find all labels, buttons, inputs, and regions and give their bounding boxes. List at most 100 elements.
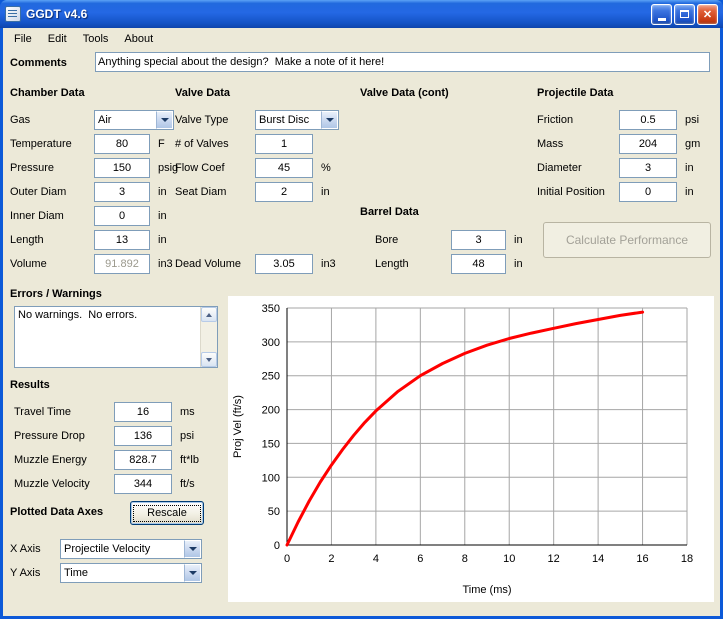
y-axis-select[interactable]: Time <box>60 563 202 583</box>
svg-text:10: 10 <box>503 553 515 565</box>
window-title: GGDT v4.6 <box>26 7 651 21</box>
gas-select[interactable]: Air <box>94 110 174 130</box>
x-axis-select[interactable]: Projectile Velocity <box>60 539 202 559</box>
mass-field[interactable] <box>619 134 677 154</box>
svg-text:350: 350 <box>262 303 280 315</box>
mass-label: Mass <box>537 138 611 150</box>
num-valves-label: # of Valves <box>175 138 247 150</box>
svg-text:50: 50 <box>268 506 280 518</box>
initial-position-field[interactable] <box>619 182 677 202</box>
gas-value: Air <box>95 111 156 129</box>
muzzle-energy-label: Muzzle Energy <box>14 454 106 466</box>
bore-unit: in <box>514 234 523 246</box>
errors-box[interactable]: No warnings. No errors. <box>14 306 218 368</box>
valve-type-select[interactable]: Burst Disc <box>255 110 339 130</box>
inner-diam-field[interactable] <box>94 206 150 226</box>
muzzle-energy-field[interactable] <box>114 450 172 470</box>
diameter-label: Diameter <box>537 162 611 174</box>
scroll-down-icon[interactable] <box>201 352 217 367</box>
svg-text:Proj Vel (ft/s): Proj Vel (ft/s) <box>232 395 244 458</box>
inner-diam-label: Inner Diam <box>10 210 86 222</box>
menu-file[interactable]: File <box>6 30 40 48</box>
axes-heading: Plotted Data Axes <box>10 506 103 518</box>
svg-text:8: 8 <box>462 553 468 565</box>
app-window: GGDT v4.6 ✕ File Edit Tools About Commen… <box>0 0 723 619</box>
seat-diam-unit: in <box>321 186 330 198</box>
pressure-field[interactable] <box>94 158 150 178</box>
bore-label: Bore <box>375 234 443 246</box>
pressure-drop-label: Pressure Drop <box>14 430 106 442</box>
menu-about[interactable]: About <box>116 30 161 48</box>
pressure-label: Pressure <box>10 162 86 174</box>
performance-chart-svg: 024681012141618050100150200250300350Time… <box>228 296 714 602</box>
diameter-unit: in <box>685 162 694 174</box>
minimize-icon <box>658 18 666 21</box>
flow-coef-unit: % <box>321 162 331 174</box>
close-button[interactable]: ✕ <box>697 4 718 25</box>
errors-heading: Errors / Warnings <box>10 288 102 300</box>
travel-time-unit: ms <box>180 406 195 418</box>
pressure-drop-unit: psi <box>180 430 194 442</box>
performance-chart: 024681012141618050100150200250300350Time… <box>228 296 714 602</box>
muzzle-velocity-unit: ft/s <box>180 478 195 490</box>
valve-type-value: Burst Disc <box>256 111 321 129</box>
outer-diam-field[interactable] <box>94 182 150 202</box>
svg-text:0: 0 <box>274 540 280 552</box>
x-axis-label: X Axis <box>10 543 52 555</box>
scroll-up-icon[interactable] <box>201 307 217 322</box>
svg-text:6: 6 <box>417 553 423 565</box>
friction-label: Friction <box>537 114 611 126</box>
chamber-length-field[interactable] <box>94 230 150 250</box>
svg-text:100: 100 <box>262 472 280 484</box>
temperature-unit: F <box>158 138 165 150</box>
rescale-button[interactable]: Rescale <box>130 501 204 525</box>
inner-diam-unit: in <box>158 210 167 222</box>
app-icon <box>5 6 21 22</box>
volume-unit: in3 <box>158 258 173 270</box>
dropdown-arrow-icon <box>184 540 201 558</box>
y-axis-label: Y Axis <box>10 567 52 579</box>
dead-volume-unit: in3 <box>321 258 336 270</box>
mass-unit: gm <box>685 138 700 150</box>
minimize-button[interactable] <box>651 4 672 25</box>
temperature-field[interactable] <box>94 134 150 154</box>
errors-scrollbar[interactable] <box>200 307 217 367</box>
muzzle-velocity-field[interactable] <box>114 474 172 494</box>
errors-text: No warnings. No errors. <box>15 307 200 367</box>
rescale-label: Rescale <box>133 505 201 522</box>
svg-text:16: 16 <box>636 553 648 565</box>
outer-diam-label: Outer Diam <box>10 186 86 198</box>
maximize-button[interactable] <box>674 4 695 25</box>
comments-input[interactable] <box>95 52 710 72</box>
barrel-length-field[interactable] <box>451 254 506 274</box>
pressure-drop-field[interactable] <box>114 426 172 446</box>
num-valves-field[interactable] <box>255 134 313 154</box>
menu-edit[interactable]: Edit <box>40 30 75 48</box>
outer-diam-unit: in <box>158 186 167 198</box>
flow-coef-field[interactable] <box>255 158 313 178</box>
svg-text:12: 12 <box>548 553 560 565</box>
temperature-label: Temperature <box>10 138 86 150</box>
svg-text:4: 4 <box>373 553 379 565</box>
titlebar: GGDT v4.6 ✕ <box>0 0 723 28</box>
dead-volume-field[interactable] <box>255 254 313 274</box>
seat-diam-field[interactable] <box>255 182 313 202</box>
initial-position-unit: in <box>685 186 694 198</box>
valve-type-label: Valve Type <box>175 114 247 126</box>
flow-coef-label: Flow Coef <box>175 162 247 174</box>
travel-time-field[interactable] <box>114 402 172 422</box>
chamber-length-label: Length <box>10 234 86 246</box>
dropdown-arrow-icon <box>156 111 173 129</box>
comments-label: Comments <box>10 57 67 69</box>
results-heading: Results <box>10 379 50 391</box>
menu-tools[interactable]: Tools <box>75 30 117 48</box>
menubar: File Edit Tools About <box>3 28 720 50</box>
bore-field[interactable] <box>451 230 506 250</box>
travel-time-label: Travel Time <box>14 406 106 418</box>
barrel-length-unit: in <box>514 258 523 270</box>
friction-field[interactable] <box>619 110 677 130</box>
valve-heading: Valve Data <box>175 87 230 99</box>
client-area: File Edit Tools About Comments Chamber D… <box>3 28 720 616</box>
diameter-field[interactable] <box>619 158 677 178</box>
svg-text:Time (ms): Time (ms) <box>462 584 511 596</box>
